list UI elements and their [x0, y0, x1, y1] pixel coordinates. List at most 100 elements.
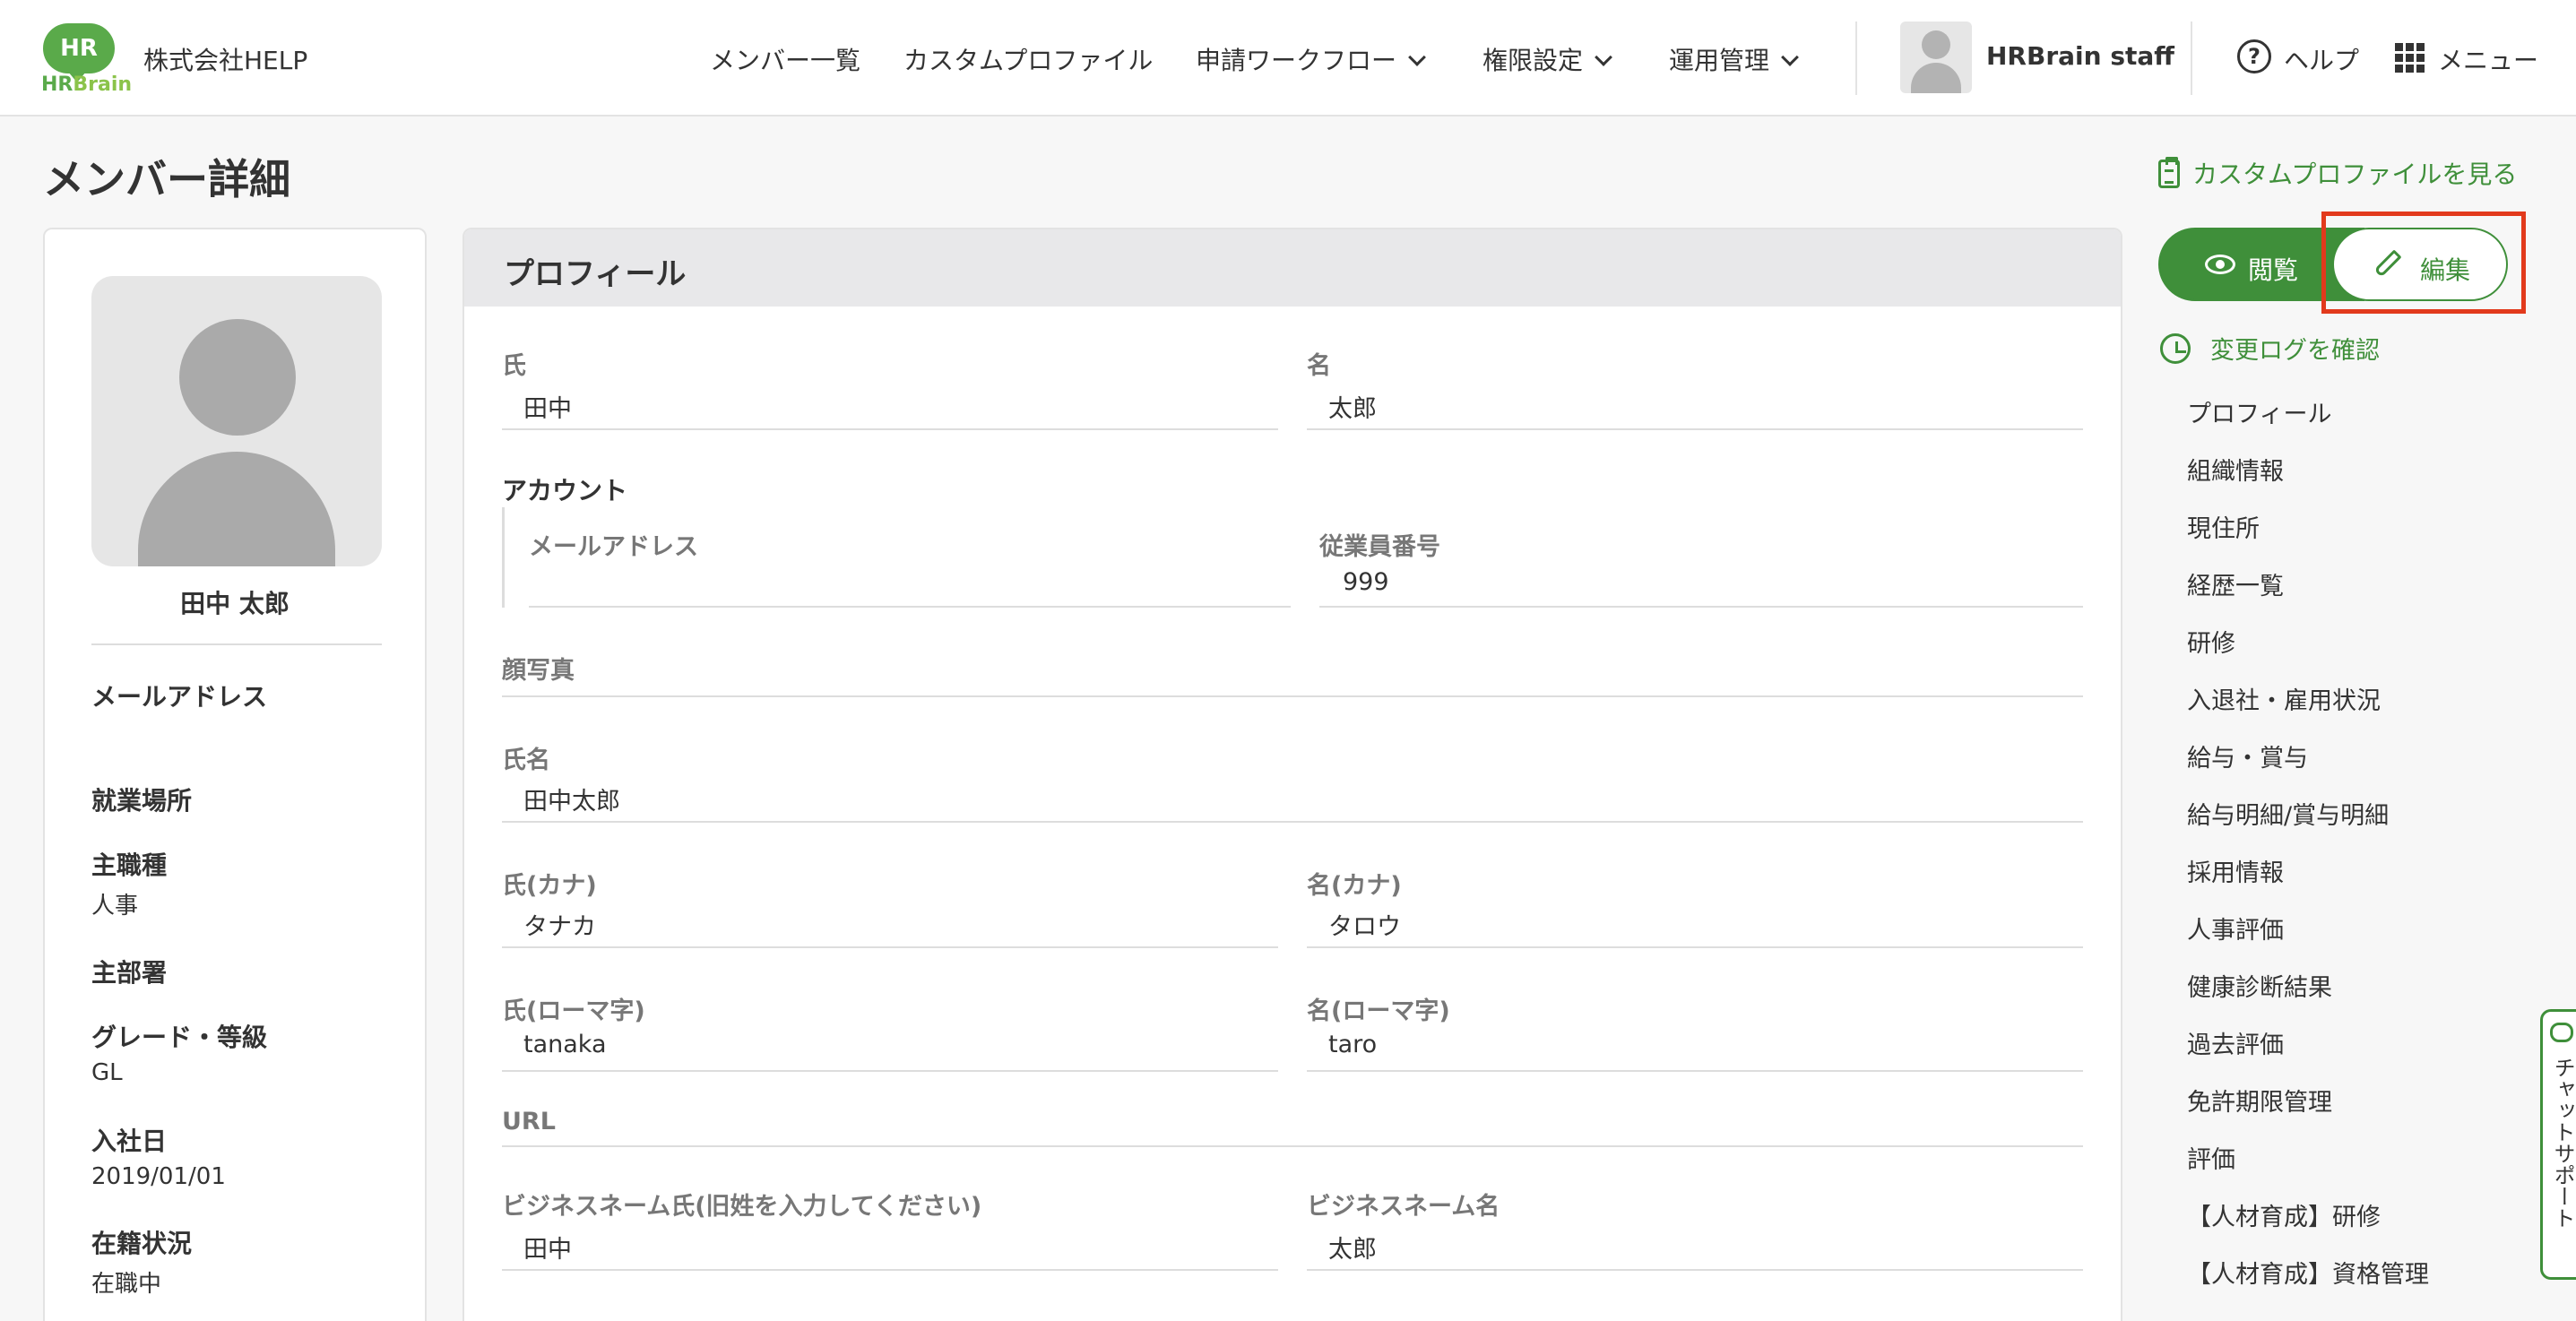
department-label: 主部署 — [91, 958, 168, 988]
toc-item-payslip[interactable]: 給与明細/賞与明細 — [2187, 796, 2389, 831]
first-roman-label: 名(ローマ字) — [1307, 997, 1450, 1025]
nav-workflow[interactable]: 申請ワークフロー — [1196, 41, 1426, 77]
user-avatar[interactable] — [1900, 22, 1972, 93]
member-avatar — [91, 276, 382, 566]
workplace-label: 就業場所 — [91, 786, 193, 816]
field-underline — [529, 606, 1291, 608]
status-value: 在職中 — [91, 1271, 162, 1298]
first-kana-label: 名(カナ) — [1307, 872, 1402, 900]
business-first-name-label: ビジネスネーム名 — [1307, 1193, 1500, 1221]
full-name-value: 田中太郎 — [523, 788, 620, 816]
field-underline — [502, 821, 2083, 823]
nav-permissions[interactable]: 権限設定 — [1482, 41, 1612, 77]
business-last-name-value: 田中 — [523, 1236, 572, 1264]
grade-label: グレード・等級 — [91, 1023, 268, 1052]
nav-operations[interactable]: 運用管理 — [1669, 41, 1799, 77]
nav-permissions-label: 権限設定 — [1482, 46, 1584, 75]
field-underline — [502, 1145, 2083, 1147]
last-name-label: 氏 — [502, 352, 526, 380]
chat-support-label: チャットサポート — [2550, 1057, 2575, 1229]
last-roman-value: tanaka — [523, 1031, 607, 1058]
field-underline — [1307, 1269, 2083, 1271]
grid-menu-icon[interactable] — [2395, 43, 2425, 73]
first-kana-value: タロウ — [1328, 913, 1401, 941]
chevron-down-icon — [1781, 48, 1799, 66]
clock-icon — [2160, 333, 2191, 364]
header-divider — [1855, 22, 1857, 95]
chat-bubble-icon — [2550, 1023, 2573, 1042]
menu-button[interactable]: メニュー — [2438, 41, 2538, 77]
nav-workflow-label: 申請ワークフロー — [1196, 46, 1397, 75]
toc-item-health-check[interactable]: 健康診断結果 — [2187, 968, 2332, 1003]
member-name: 田中 太郎 — [180, 589, 290, 618]
hrbrain-logo[interactable]: HR HRBrain — [41, 23, 132, 97]
chevron-down-icon — [1595, 48, 1612, 66]
field-underline — [502, 946, 1278, 948]
job-type-label: 主職種 — [91, 850, 168, 880]
toc-item-qualification[interactable]: 【人材育成】資格管理 — [2187, 1255, 2429, 1290]
logo-text-hr: HR — [41, 73, 73, 96]
account-section-label: アカウント — [502, 476, 628, 505]
toc-item-past-evaluation[interactable]: 過去評価 — [2187, 1025, 2284, 1060]
field-underline — [1307, 428, 2083, 430]
toc-item-profile[interactable]: プロフィール — [2187, 394, 2331, 429]
nav-members[interactable]: メンバー一覧 — [710, 41, 860, 77]
member-summary-card: 田中 太郎 メールアドレス 就業場所 主職種 人事 主部署 グレード・等級 GL… — [43, 228, 427, 1321]
grade-value: GL — [91, 1059, 123, 1086]
field-underline — [1307, 946, 2083, 948]
profile-panel: プロフィール 氏 田中 名 太郎 アカウント メールアドレス 従業員番号 999… — [462, 228, 2122, 1321]
nav-custom-profile[interactable]: カスタムプロファイル — [903, 41, 1153, 77]
page-title: メンバー詳細 — [43, 155, 290, 203]
toc-item-hr-training[interactable]: 【人材育成】研修 — [2187, 1197, 2381, 1232]
change-log-link[interactable]: 変更ログを確認 — [2160, 328, 2380, 366]
toc-item-salary[interactable]: 給与・賞与 — [2187, 738, 2308, 773]
view-button-label: 閲覧 — [2248, 255, 2299, 285]
company-name: 株式会社HELP — [143, 46, 308, 75]
toc-item-organization[interactable]: 組織情報 — [2187, 452, 2284, 487]
toc-item-rating[interactable]: 評価 — [2187, 1140, 2235, 1175]
business-first-name-value: 太郎 — [1328, 1236, 1377, 1264]
first-roman-value: taro — [1328, 1031, 1378, 1058]
employee-no-label: 従業員番号 — [1319, 533, 1440, 561]
join-date-value: 2019/01/01 — [91, 1163, 226, 1190]
job-type-value: 人事 — [91, 893, 139, 920]
field-underline — [502, 1070, 1278, 1072]
toc-item-employment[interactable]: 入退社・雇用状況 — [2187, 681, 2381, 716]
toc-item-license[interactable]: 免許期限管理 — [2187, 1083, 2332, 1118]
account-section-bar — [502, 507, 505, 608]
card-divider — [91, 643, 382, 645]
toc-item-evaluation[interactable]: 人事評価 — [2187, 911, 2284, 945]
last-kana-label: 氏(カナ) — [502, 872, 597, 900]
help-link[interactable]: ヘルプ — [2284, 41, 2359, 77]
toc-item-recruitment[interactable]: 採用情報 — [2187, 853, 2284, 888]
change-log-label: 変更ログを確認 — [2210, 337, 2380, 365]
profile-panel-title: プロフィール — [504, 256, 687, 292]
business-last-name-label: ビジネスネーム氏(旧姓を入力してください) — [502, 1193, 982, 1221]
top-header: HR HRBrain 株式会社HELP メンバー一覧 カスタムプロファイル 申請… — [0, 0, 2576, 117]
help-icon[interactable]: ? — [2237, 39, 2271, 73]
header-divider — [2191, 22, 2192, 95]
logo-bubble: HR — [43, 23, 115, 82]
last-name-value: 田中 — [523, 395, 572, 423]
toc-item-career[interactable]: 経歴一覧 — [2187, 566, 2284, 601]
logo-wordmark: HRBrain — [41, 73, 132, 96]
full-name-label: 氏名 — [502, 747, 550, 774]
field-underline — [1307, 1070, 2083, 1072]
field-underline — [502, 695, 2083, 697]
employee-no-value: 999 — [1343, 568, 1389, 596]
custom-profile-link-label: カスタムプロファイルを見る — [2192, 160, 2518, 189]
toc-item-address[interactable]: 現住所 — [2187, 509, 2260, 544]
first-name-label: 名 — [1307, 352, 1331, 380]
status-label: 在籍状況 — [91, 1229, 193, 1258]
profile-panel-header: プロフィール — [464, 229, 2121, 307]
chat-support-tab[interactable]: チャットサポート — [2540, 1009, 2576, 1280]
custom-profile-link[interactable]: カスタムプロファイルを見る — [2158, 154, 2517, 191]
toc-item-training[interactable]: 研修 — [2187, 624, 2235, 659]
eye-icon — [2205, 255, 2235, 274]
last-roman-label: 氏(ローマ字) — [502, 997, 645, 1025]
nav-operations-label: 運用管理 — [1669, 46, 1770, 75]
join-date-label: 入社日 — [91, 1127, 168, 1156]
user-name[interactable]: HRBrain staff — [1986, 41, 2174, 71]
url-label: URL — [502, 1108, 556, 1135]
edit-button-highlight — [2321, 212, 2526, 314]
